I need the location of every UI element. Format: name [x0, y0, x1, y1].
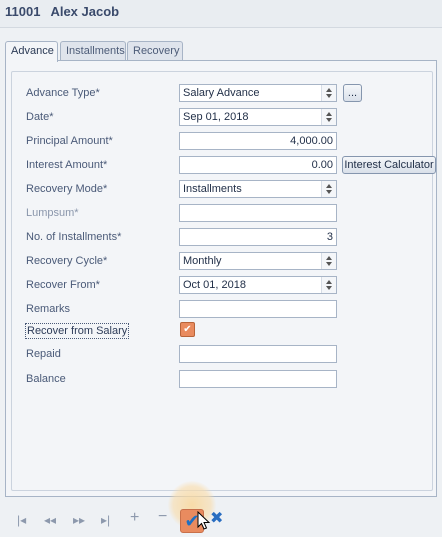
- record-id: 11001: [5, 4, 41, 19]
- remarks-label: Remarks: [26, 303, 71, 315]
- plus-icon[interactable]: +: [130, 510, 139, 526]
- x-icon: ✖: [210, 510, 224, 527]
- tab-installments[interactable]: Installments: [60, 41, 126, 61]
- principal-amount-label: Principal Amount*: [26, 135, 113, 147]
- no-of-installments-label: No. of Installments*: [26, 231, 122, 243]
- no-of-installments-input[interactable]: 3: [179, 228, 337, 246]
- date-value: Sep 01, 2018: [183, 111, 249, 123]
- recovery-mode-label: Recovery Mode*: [26, 183, 108, 195]
- interest-amount-input[interactable]: 0.00: [179, 156, 337, 174]
- spinner-icon[interactable]: [321, 277, 336, 293]
- advance-type-browse-button[interactable]: ...: [343, 84, 362, 102]
- next-record-icon[interactable]: ▸▸: [73, 513, 85, 527]
- repaid-label: Repaid: [26, 348, 61, 360]
- recovery-cycle-label: Recovery Cycle*: [26, 255, 108, 267]
- spinner-icon[interactable]: [321, 85, 336, 101]
- cancel-button[interactable]: ✖: [210, 511, 226, 527]
- record-title: 11001 Alex Jacob: [5, 4, 119, 19]
- tab-advance[interactable]: Advance: [5, 41, 58, 62]
- spinner-icon[interactable]: [321, 181, 336, 197]
- principal-amount-input[interactable]: 4,000.00: [179, 132, 337, 150]
- spinner-icon[interactable]: [321, 109, 336, 125]
- spinner-icon[interactable]: [321, 253, 336, 269]
- recover-from-salary-checkbox[interactable]: ✔: [180, 322, 195, 337]
- employee-name: Alex Jacob: [50, 4, 120, 19]
- recovery-mode-value: Installments: [183, 183, 242, 195]
- recover-from-date-picker[interactable]: Oct 01, 2018: [179, 276, 337, 294]
- recover-from-label: Recover From*: [26, 279, 100, 291]
- lumpsum-input[interactable]: [179, 204, 337, 222]
- advance-type-value: Salary Advance: [183, 87, 260, 99]
- recovery-mode-select[interactable]: Installments: [179, 180, 337, 198]
- recovery-cycle-value: Monthly: [183, 255, 222, 267]
- first-record-icon[interactable]: |◂: [17, 513, 26, 527]
- recover-from-value: Oct 01, 2018: [183, 279, 246, 291]
- remarks-input[interactable]: [179, 300, 337, 318]
- form-group: Advance Type* Salary Advance ... Date* S…: [11, 71, 436, 491]
- balance-input[interactable]: [179, 370, 337, 388]
- recover-from-salary-label[interactable]: Recover from Salary: [25, 323, 130, 339]
- date-picker[interactable]: Sep 01, 2018: [179, 108, 337, 126]
- previous-record-icon[interactable]: ◂◂: [44, 513, 56, 527]
- mouse-cursor-icon: [197, 511, 211, 530]
- repaid-input[interactable]: [179, 345, 337, 363]
- recovery-cycle-select[interactable]: Monthly: [179, 252, 337, 270]
- advance-type-label: Advance Type*: [26, 87, 100, 99]
- date-label: Date*: [26, 111, 54, 123]
- balance-label: Balance: [26, 373, 66, 385]
- tab-recovery[interactable]: Recovery: [127, 41, 183, 61]
- interest-calculator-button[interactable]: Interest Calculator: [342, 156, 436, 174]
- tab-panel: Advance Type* Salary Advance ... Date* S…: [5, 60, 437, 497]
- last-record-icon[interactable]: ▸|: [101, 513, 110, 527]
- advance-type-select[interactable]: Salary Advance: [179, 84, 337, 102]
- checkmark-icon: ✔: [183, 324, 192, 335]
- lumpsum-label: Lumpsum*: [26, 207, 79, 219]
- minus-icon[interactable]: −: [158, 509, 167, 525]
- interest-amount-label: Interest Amount*: [26, 159, 108, 171]
- header-bar: 11001 Alex Jacob: [0, 0, 442, 28]
